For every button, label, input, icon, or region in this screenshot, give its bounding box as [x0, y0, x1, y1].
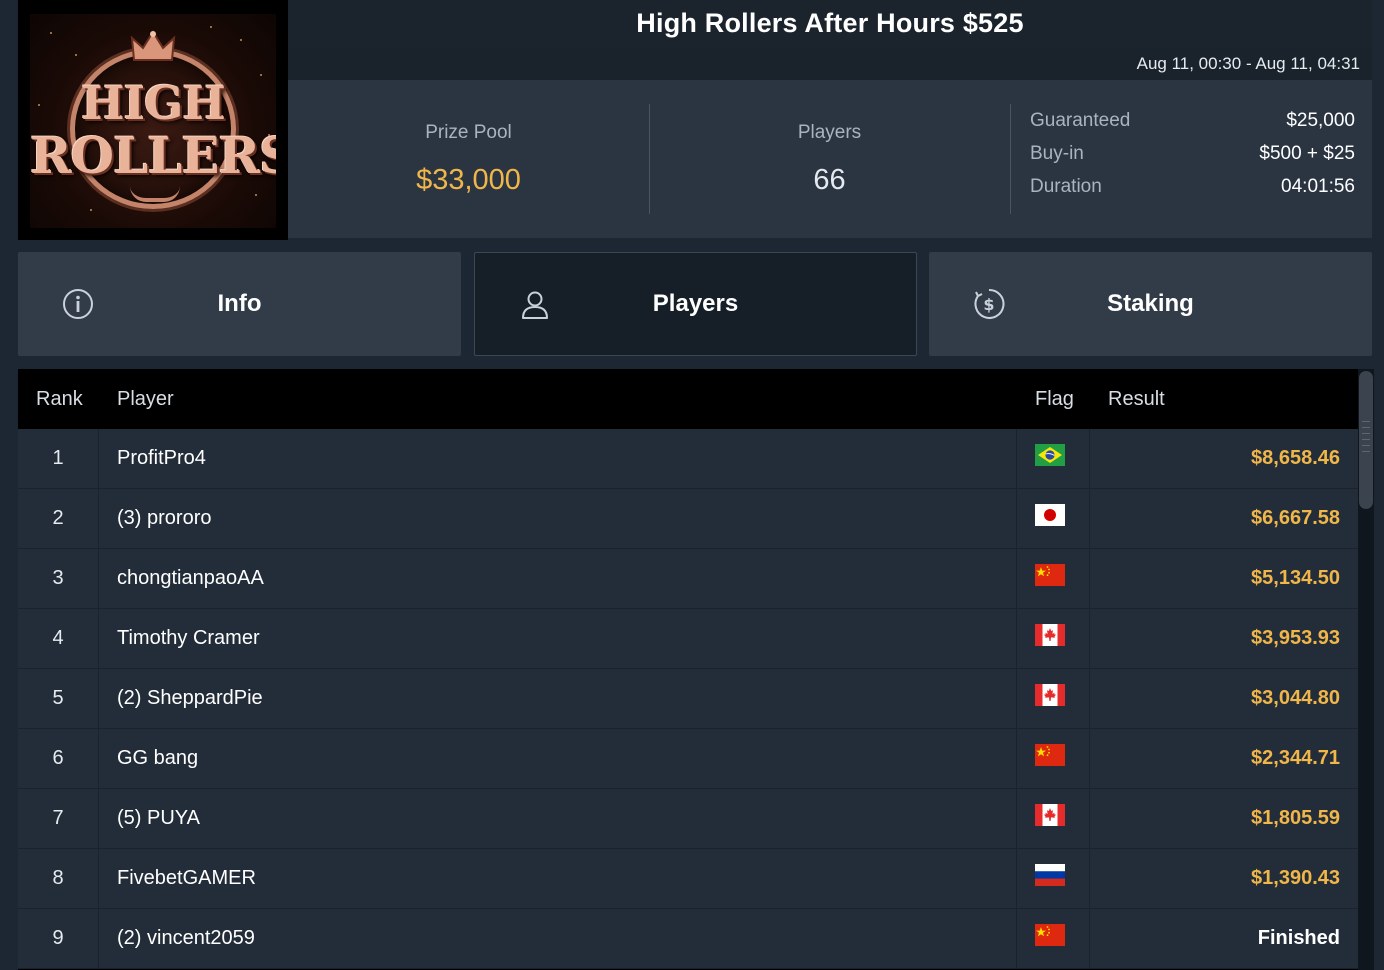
dollar-coin-icon: $: [974, 288, 1005, 319]
prize-pool-stat: Prize Pool $33,000: [288, 80, 649, 238]
player-name[interactable]: (5) PUYA: [117, 807, 200, 830]
scrollbar[interactable]: [1358, 369, 1374, 970]
result-cell: $8,658.46: [1251, 447, 1340, 469]
header-result[interactable]: Result: [1108, 388, 1165, 411]
player-name[interactable]: (2) vincent2059: [117, 927, 255, 950]
table-row[interactable]: 5 (2) SheppardPie $3,044.80: [18, 669, 1358, 729]
table-row[interactable]: 3 chongtianpaoAA $5,134.50: [18, 549, 1358, 609]
result-cell: $1,390.43: [1251, 867, 1340, 889]
result-cell: $3,044.80: [1251, 687, 1340, 709]
result-cell: Finished: [1257, 927, 1340, 949]
stats-panel: Prize Pool $33,000 Players 66 Guaranteed…: [288, 80, 1372, 238]
table-row[interactable]: 4 Timothy Cramer $3,953.93: [18, 609, 1358, 669]
rank-cell: 3: [52, 567, 64, 589]
detail-value: $500 + $25: [1259, 143, 1355, 164]
china-flag-icon: [1035, 564, 1065, 586]
players-stat: Players 66: [649, 80, 1010, 238]
user-icon: [522, 291, 548, 319]
china-flag-icon: [1035, 744, 1065, 766]
table-row[interactable]: 8 FivebetGAMER $1,390.43: [18, 849, 1358, 909]
tournament-title: High Rollers After Hours $525: [636, 8, 1024, 38]
russia-flag-icon: [1035, 864, 1065, 886]
table-row[interactable]: 1 ProfitPro4 $8,658.46: [18, 429, 1358, 489]
detail-buy-in: Buy-in $500 + $25: [1030, 143, 1355, 176]
rank-cell: 6: [52, 747, 64, 769]
detail-key: Buy-in: [1030, 143, 1084, 164]
player-name[interactable]: GG bang: [117, 747, 198, 770]
header-rank[interactable]: Rank: [36, 388, 83, 411]
canada-flag-icon: [1035, 804, 1065, 826]
canada-flag-icon: [1035, 624, 1065, 646]
tournament-details: Guaranteed $25,000 Buy-in $500 + $25 Dur…: [1030, 110, 1355, 209]
result-cell: $5,134.50: [1251, 567, 1340, 589]
japan-flag-icon: [1035, 504, 1065, 526]
scroll-thumb[interactable]: [1359, 371, 1373, 509]
player-name[interactable]: (3) prororo: [117, 507, 211, 530]
tab-staking[interactable]: $ Staking: [929, 252, 1372, 356]
player-name[interactable]: FivebetGAMER: [117, 867, 256, 890]
svg-text:$: $: [983, 295, 994, 314]
tab-info[interactable]: Info: [18, 252, 461, 356]
table-row[interactable]: 9 (2) vincent2059 Finished: [18, 909, 1358, 969]
brazil-flag-icon: [1035, 444, 1065, 466]
rank-cell: 9: [52, 927, 64, 949]
header-flag[interactable]: Flag: [1035, 388, 1074, 411]
detail-key: Guaranteed: [1030, 110, 1131, 131]
table-row[interactable]: 2 (3) prororo $6,667.58: [18, 489, 1358, 549]
result-cell: $3,953.93: [1251, 627, 1340, 649]
players-label: Players: [797, 122, 862, 143]
canada-flag-icon: [1035, 684, 1065, 706]
title-bar: High Rollers After Hours $525: [288, 0, 1372, 47]
date-bar: Aug 11, 00:30 - Aug 11, 04:31: [288, 47, 1372, 80]
info-icon: [63, 289, 93, 319]
player-name[interactable]: ProfitPro4: [117, 447, 206, 470]
rank-cell: 8: [52, 867, 64, 889]
player-name[interactable]: chongtianpaoAA: [117, 567, 264, 590]
rank-cell: 5: [52, 687, 64, 709]
result-cell: $2,344.71: [1251, 747, 1340, 769]
detail-value: 04:01:56: [1281, 176, 1355, 197]
table-row[interactable]: 7 (5) PUYA $1,805.59: [18, 789, 1358, 849]
detail-value: $25,000: [1286, 110, 1355, 131]
rank-cell: 1: [52, 447, 64, 469]
date-range: Aug 11, 00:30 - Aug 11, 04:31: [1136, 53, 1360, 73]
rank-cell: 7: [52, 807, 64, 829]
player-name[interactable]: Timothy Cramer: [117, 627, 260, 650]
table-row[interactable]: 6 GG bang $2,344.71: [18, 729, 1358, 789]
logo-artwork: HIGH ROLLERS: [30, 14, 276, 228]
prize-pool-value: $33,000: [416, 164, 521, 196]
china-flag-icon: [1035, 924, 1065, 946]
detail-duration: Duration 04:01:56: [1030, 176, 1355, 209]
stats-divider: [1010, 104, 1011, 214]
crown-icon: [130, 30, 176, 61]
table-header: Rank Player Flag Result: [18, 369, 1358, 429]
detail-guaranteed: Guaranteed $25,000: [1030, 110, 1355, 143]
tab-players[interactable]: Players: [474, 252, 917, 356]
detail-key: Duration: [1030, 176, 1102, 197]
header-player[interactable]: Player: [117, 388, 174, 411]
players-table: Rank Player Flag Result 1 ProfitPro4 $8,65…: [18, 369, 1374, 970]
players-value: 66: [813, 164, 846, 196]
result-cell: $6,667.58: [1251, 507, 1340, 529]
result-cell: $1,805.59: [1251, 807, 1340, 829]
rank-cell: 2: [52, 507, 64, 529]
logo-text-line2: ROLLERS: [30, 126, 276, 185]
table-body: 1 ProfitPro4 $8,658.46 2 (3) prororo $6,667.5…: [18, 429, 1358, 969]
prize-pool-label: Prize Pool: [425, 122, 512, 143]
tournament-logo: HIGH ROLLERS: [18, 0, 288, 240]
logo-text-line1: HIGH: [81, 76, 226, 130]
player-name[interactable]: (2) SheppardPie: [117, 687, 263, 710]
rank-cell: 4: [52, 627, 64, 649]
